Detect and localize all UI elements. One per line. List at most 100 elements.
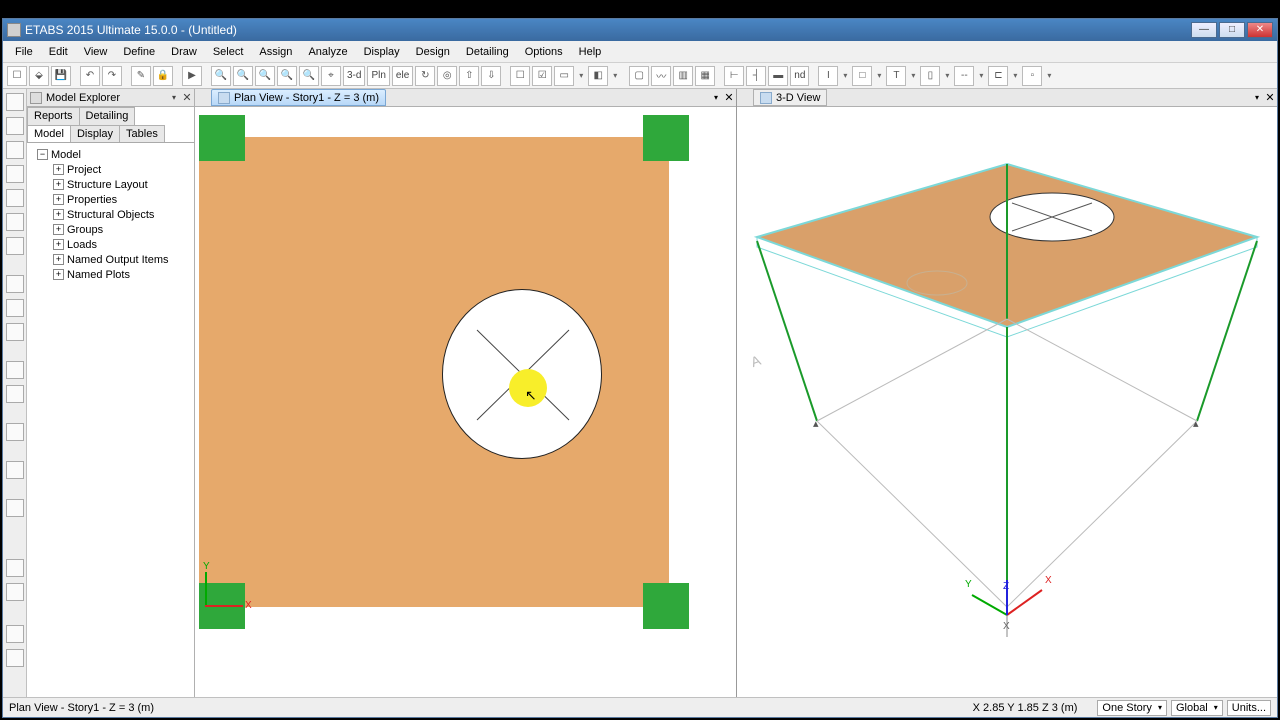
sq1-button[interactable]: □: [852, 66, 872, 86]
new-button[interactable]: ☐: [7, 66, 27, 86]
dim1-button[interactable]: ⊢: [724, 66, 744, 86]
wave-button[interactable]: 〰: [651, 66, 671, 86]
plan-view-dropdown[interactable]: ▾: [710, 93, 722, 102]
cube-button[interactable]: ◧: [588, 66, 608, 86]
wallstack-tool[interactable]: [6, 361, 24, 379]
tree-project[interactable]: +Project: [29, 162, 192, 177]
coordsys-select[interactable]: Global▾: [1171, 700, 1223, 716]
menu-display[interactable]: Display: [356, 44, 408, 60]
perspective-button[interactable]: ◎: [437, 66, 457, 86]
menu-file[interactable]: File: [7, 44, 41, 60]
support-tool[interactable]: [6, 423, 24, 441]
tab-reports[interactable]: Reports: [27, 107, 80, 125]
open-button[interactable]: ⬙: [29, 66, 49, 86]
frame-button[interactable]: ▢: [629, 66, 649, 86]
story-select[interactable]: One Story▾: [1097, 700, 1167, 716]
sq3-button[interactable]: ▫: [1022, 66, 1042, 86]
ibeam-button[interactable]: I: [818, 66, 838, 86]
dd-i[interactable]: ▾: [840, 66, 850, 86]
zoom-in-button[interactable]: 🔍: [277, 66, 297, 86]
ps-snap-tool[interactable]: [6, 583, 24, 601]
all-snap-tool[interactable]: [6, 559, 24, 577]
menu-select[interactable]: Select: [205, 44, 252, 60]
tree-loads[interactable]: +Loads: [29, 237, 192, 252]
area-tool[interactable]: [6, 275, 24, 293]
explorer-titlebar[interactable]: Model Explorer ▾ ✕: [27, 89, 194, 107]
menu-view[interactable]: View: [76, 44, 116, 60]
pointer-tool[interactable]: [6, 93, 24, 111]
wall-tool[interactable]: [6, 323, 24, 341]
menu-detailing[interactable]: Detailing: [458, 44, 517, 60]
3d-view-canvas[interactable]: ▴ ▴ X Y Z X A: [737, 107, 1277, 697]
undo-button[interactable]: ↶: [80, 66, 100, 86]
view-3d-button[interactable]: 3-d: [343, 66, 365, 86]
tee-button[interactable]: T: [886, 66, 906, 86]
dim2-button[interactable]: ┤: [746, 66, 766, 86]
assign-button[interactable]: ▭: [554, 66, 574, 86]
beam-tool[interactable]: [6, 165, 24, 183]
menu-help[interactable]: Help: [571, 44, 610, 60]
tree-named-plots[interactable]: +Named Plots: [29, 267, 192, 282]
maximize-button[interactable]: □: [1219, 22, 1245, 38]
tree-named-output[interactable]: +Named Output Items: [29, 252, 192, 267]
brace-tool[interactable]: [6, 189, 24, 207]
object-button[interactable]: ☐: [510, 66, 530, 86]
plan-view-tab[interactable]: Plan View - Story1 - Z = 3 (m): [211, 89, 386, 106]
tree-structural-objects[interactable]: +Structural Objects: [29, 207, 192, 222]
dim3-button[interactable]: ▬: [768, 66, 788, 86]
refresh-button[interactable]: ✎: [131, 66, 151, 86]
zoom-prev-button[interactable]: 🔍: [255, 66, 275, 86]
tree-structure-layout[interactable]: +Structure Layout: [29, 177, 192, 192]
bars-button[interactable]: ▥: [673, 66, 693, 86]
sq2-button[interactable]: ▯: [920, 66, 940, 86]
minimize-button[interactable]: —: [1191, 22, 1217, 38]
dropdown-1[interactable]: ▾: [576, 66, 586, 86]
plan-view-canvas[interactable]: ↖ Y X: [195, 107, 736, 697]
secbeam-tool[interactable]: [6, 213, 24, 231]
tree-groups[interactable]: +Groups: [29, 222, 192, 237]
lock-button[interactable]: 🔒: [153, 66, 173, 86]
close-button[interactable]: ✕: [1247, 22, 1273, 38]
rotate-button[interactable]: ↻: [415, 66, 435, 86]
model-tree[interactable]: −Model +Project +Structure Layout +Prope…: [27, 143, 194, 697]
tab-display[interactable]: Display: [70, 125, 120, 142]
grid-tool[interactable]: [6, 499, 24, 517]
tree-root[interactable]: −Model: [29, 147, 192, 162]
menu-design[interactable]: Design: [408, 44, 458, 60]
3d-view-tab[interactable]: 3-D View: [753, 89, 827, 106]
3d-view-close[interactable]: ✕: [1263, 91, 1277, 104]
view-plan-button[interactable]: Pln: [367, 66, 389, 86]
menu-options[interactable]: Options: [517, 44, 571, 60]
plan-view-close[interactable]: ✕: [722, 91, 736, 104]
line-tool[interactable]: [6, 141, 24, 159]
tab-tables[interactable]: Tables: [119, 125, 165, 142]
menu-analyze[interactable]: Analyze: [300, 44, 355, 60]
dd-s2[interactable]: ▾: [942, 66, 952, 86]
pan-button[interactable]: ⌖: [321, 66, 341, 86]
menu-define[interactable]: Define: [115, 44, 163, 60]
menu-assign[interactable]: Assign: [251, 44, 300, 60]
zoom-extents-button[interactable]: 🔍: [233, 66, 253, 86]
reshape-tool[interactable]: [6, 117, 24, 135]
dd-s3[interactable]: ▾: [1044, 66, 1054, 86]
check-button[interactable]: ☑: [532, 66, 552, 86]
tab-model[interactable]: Model: [27, 125, 71, 142]
table-button[interactable]: ▦: [695, 66, 715, 86]
explorer-dropdown[interactable]: ▾: [168, 93, 180, 102]
dd-c[interactable]: ▾: [1010, 66, 1020, 86]
zoom-out-button[interactable]: 🔍: [299, 66, 319, 86]
dim-tool[interactable]: [6, 461, 24, 479]
dropdown-2[interactable]: ▾: [610, 66, 620, 86]
dd-s1[interactable]: ▾: [874, 66, 884, 86]
save-button[interactable]: 💾: [51, 66, 71, 86]
dd-t[interactable]: ▾: [908, 66, 918, 86]
tab-detailing[interactable]: Detailing: [79, 107, 136, 125]
menu-draw[interactable]: Draw: [163, 44, 205, 60]
snap1-tool[interactable]: [6, 625, 24, 643]
explorer-close[interactable]: ✕: [180, 91, 194, 104]
tree-properties[interactable]: +Properties: [29, 192, 192, 207]
plan-tool[interactable]: [6, 385, 24, 403]
menu-edit[interactable]: Edit: [41, 44, 76, 60]
down-story-button[interactable]: ⇩: [481, 66, 501, 86]
redo-button[interactable]: ↷: [102, 66, 122, 86]
